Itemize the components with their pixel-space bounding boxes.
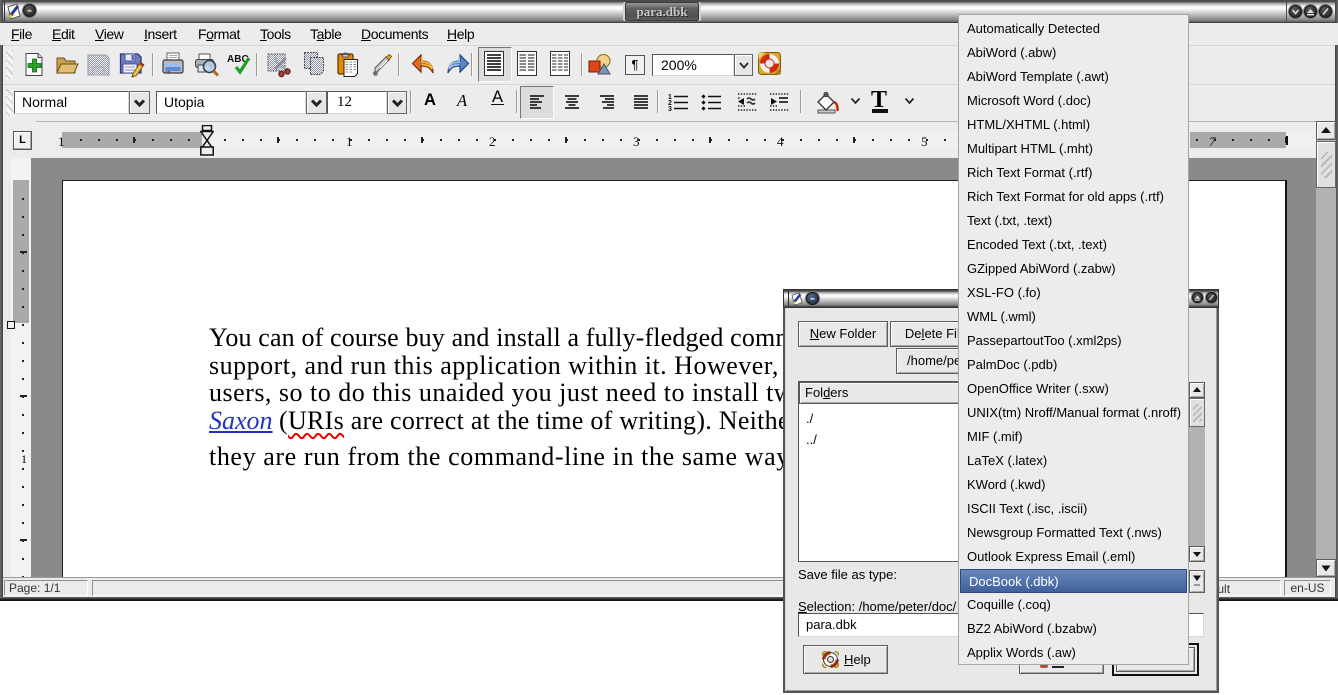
svg-text:3: 3 bbox=[668, 106, 672, 111]
